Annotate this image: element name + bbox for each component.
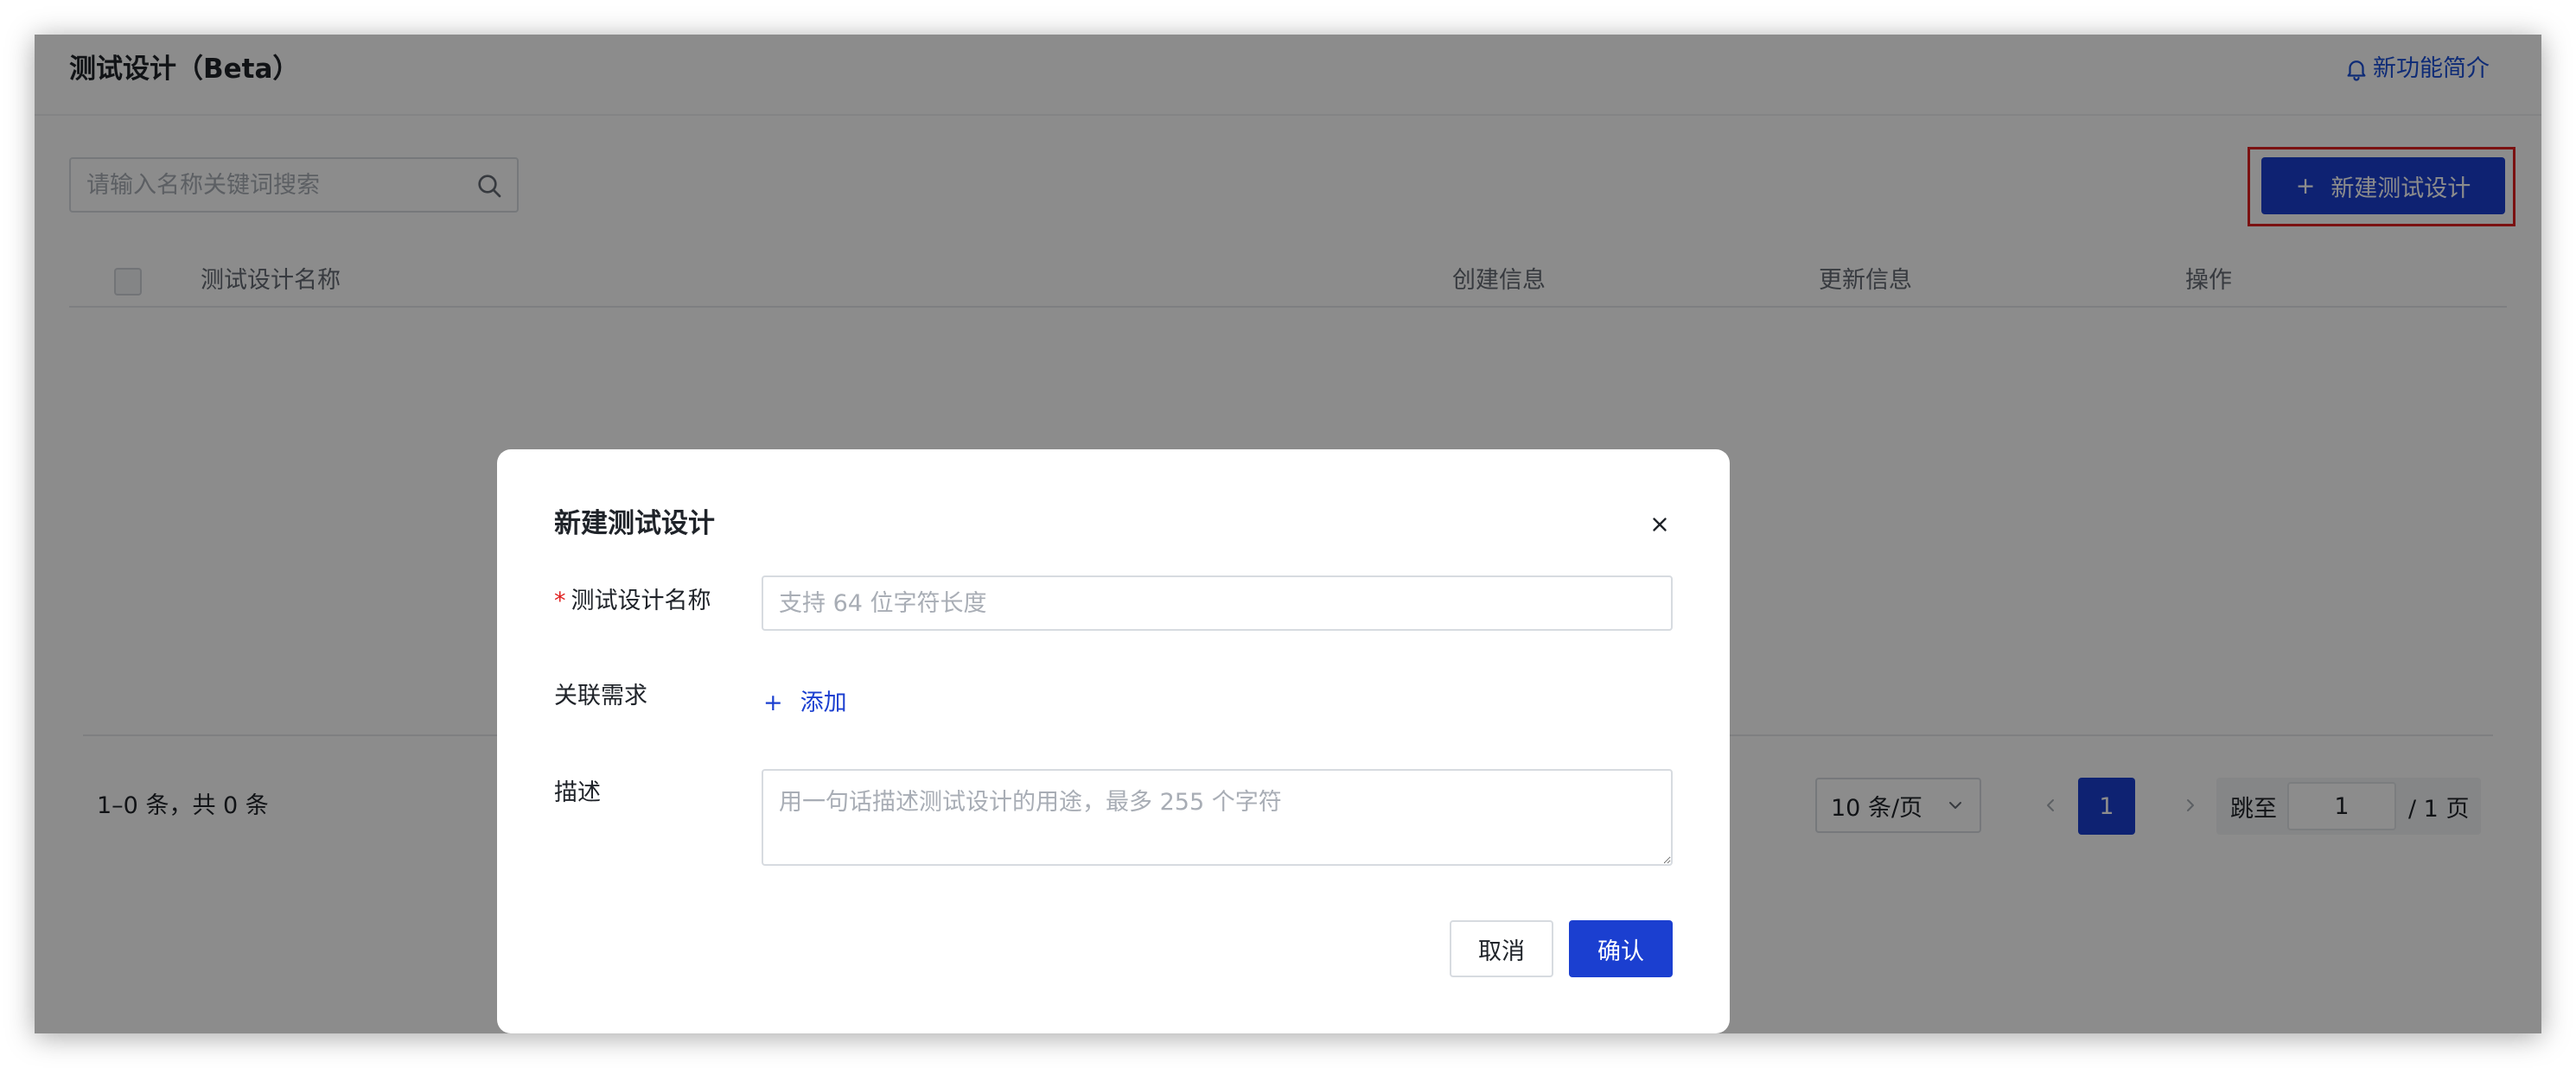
required-mark: * bbox=[554, 588, 566, 614]
confirm-button[interactable]: 确认 bbox=[1569, 920, 1673, 977]
cancel-button[interactable]: 取消 bbox=[1450, 920, 1553, 977]
description-field-label: 描述 bbox=[554, 779, 601, 806]
add-requirement-label: 添加 bbox=[800, 690, 847, 716]
dialog-close-button[interactable] bbox=[1647, 512, 1673, 537]
dialog-title: 新建测试设计 bbox=[554, 508, 715, 539]
description-textarea[interactable] bbox=[762, 769, 1673, 866]
name-label-text: 测试设计名称 bbox=[571, 588, 711, 614]
requirements-field-label: 关联需求 bbox=[554, 683, 647, 709]
close-icon bbox=[1653, 518, 1667, 531]
create-test-design-dialog: 新建测试设计 *测试设计名称 关联需求 + 添加 描述 取消 确认 bbox=[497, 449, 1730, 1033]
add-requirement-button[interactable]: + 添加 bbox=[763, 688, 847, 719]
name-field-label: * 测试设计名称 bbox=[554, 586, 711, 617]
plus-icon: + bbox=[763, 690, 783, 716]
app-window: 测试设计（Beta） 新功能简介 + 新建测试设计 测试设计名称 创建信息 更新… bbox=[35, 35, 2541, 1033]
test-design-name-input[interactable] bbox=[762, 575, 1673, 631]
